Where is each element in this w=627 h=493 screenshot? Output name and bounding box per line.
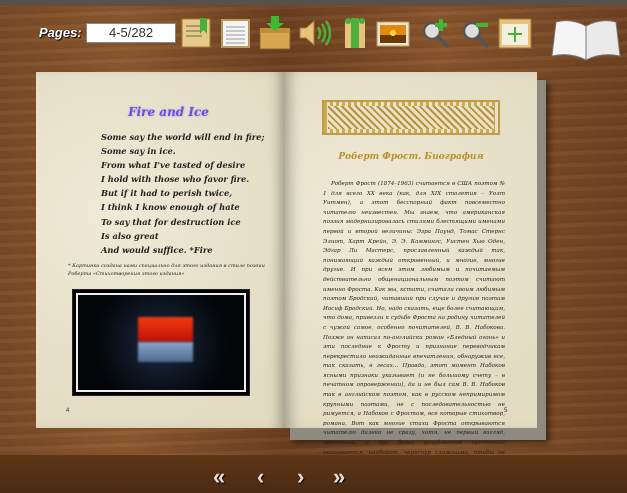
bookmark-icon[interactable]	[180, 16, 214, 50]
poem-line: Some say the world will end in fire;	[101, 132, 265, 142]
print-icon[interactable]	[338, 16, 372, 50]
footnote: * Картинка создана нами специально для э…	[68, 263, 265, 277]
poem-title: Fire and Ice	[128, 105, 209, 119]
photo-icon[interactable]	[376, 16, 410, 50]
pages-label: Pages:	[39, 25, 82, 40]
zoom-out-icon[interactable]	[459, 16, 493, 50]
page-number-left: 4	[66, 408, 70, 414]
table-of-contents-icon[interactable]	[219, 16, 253, 50]
poem-line: Is also great	[101, 230, 159, 241]
navigation-bar	[0, 455, 627, 493]
book-logo-icon	[551, 20, 621, 61]
fire-and-ice-image	[72, 289, 250, 396]
left-page: Fire and Ice Some say the world will end…	[36, 72, 285, 428]
next-page-button[interactable]: ›	[297, 465, 304, 489]
poem-line: And would suffice. *Fire	[101, 244, 213, 255]
sound-icon[interactable]	[297, 16, 331, 50]
first-page-button[interactable]: «	[213, 465, 225, 489]
poem-line: I hold with those who favor fire.	[101, 174, 250, 185]
poem-text: Some say the world will end in fire; Som…	[101, 130, 264, 257]
right-page: Роберт Фрост. Биография Роберт Фрост (18…	[285, 72, 537, 465]
fullscreen-icon[interactable]	[498, 16, 532, 50]
poem-line: I think I know enough of hate	[101, 202, 240, 213]
biography-text: Роберт Фрост (1874–1963) считается в США…	[323, 181, 505, 465]
poem-line: From what I've tasted of desire	[101, 160, 246, 171]
pages-input[interactable]: 4-5/282	[86, 23, 176, 43]
biography-title: Роберт Фрост. Биография	[338, 152, 484, 162]
poem-line: To say that for destruction ice	[101, 216, 241, 227]
previous-page-button[interactable]: ‹	[257, 465, 264, 489]
last-page-button[interactable]: »	[333, 465, 345, 489]
zoom-in-icon[interactable]	[419, 16, 453, 50]
toolbar: Pages: 4-5/282	[0, 6, 627, 66]
page-number-right: 5	[504, 408, 508, 414]
poem-line: But if it had to perish twice,	[101, 188, 233, 199]
poem-line: Some say in ice.	[101, 146, 176, 157]
ornament-header	[322, 100, 500, 135]
download-icon[interactable]	[258, 16, 292, 50]
